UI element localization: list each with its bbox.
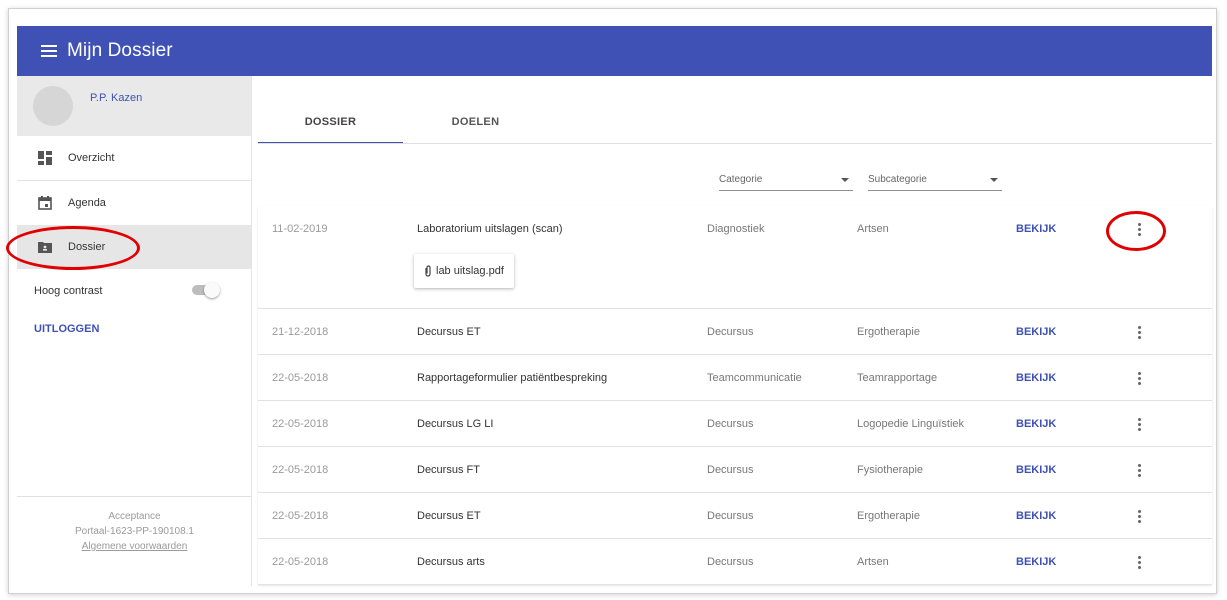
row-subcategory: Fysiotherapie — [857, 464, 924, 476]
row-subcategory: Logopedie Linguïstiek — [857, 418, 965, 430]
dashboard-icon — [38, 151, 52, 165]
paperclip-icon — [425, 265, 431, 277]
row-category: Teamcommunicatie — [707, 372, 802, 384]
avatar — [33, 86, 73, 126]
high-contrast-label: Hoog contrast — [34, 285, 103, 297]
list-item[interactable]: 22-05-2018 Decursus LG LI Decursus Logop… — [258, 401, 1212, 447]
sidebar-item-label: Agenda — [68, 197, 106, 209]
sidebar-item-label: Dossier — [68, 241, 106, 253]
category-select-value: Categorie — [719, 174, 763, 185]
high-contrast-row: Hoog contrast — [17, 269, 251, 313]
list-item[interactable]: 22-05-2018 Rapportageformulier patiëntbe… — [258, 355, 1212, 401]
row-title: Laboratorium uitslagen (scan) — [417, 223, 563, 235]
row-title: Decursus ET — [417, 326, 481, 338]
list-item[interactable]: 21-12-2018 Decursus ET Decursus Ergother… — [258, 309, 1212, 355]
sidebar-item-agenda[interactable]: Agenda — [17, 181, 251, 225]
environment-label: Acceptance — [108, 511, 161, 522]
tabs-divider — [258, 143, 1212, 144]
sidebar-footer: Acceptance Portaal-1623-PP-190108.1 Alge… — [17, 496, 252, 586]
user-name[interactable]: P.P. Kazen — [90, 92, 142, 104]
subcategory-select-value: Subcategorie — [868, 174, 927, 185]
app-title: Mijn Dossier — [67, 40, 173, 61]
row-subcategory: Artsen — [857, 556, 889, 568]
tab-bar: DOSSIER DOELEN — [258, 108, 548, 144]
view-button[interactable]: BEKIJK — [1016, 223, 1056, 235]
row-subcategory: Teamrapportage — [857, 372, 938, 384]
row-date: 22-05-2018 — [272, 510, 329, 522]
filters: Categorie Subcategorie — [719, 169, 1017, 191]
row-date: 22-05-2018 — [272, 372, 329, 384]
more-options-icon[interactable] — [1132, 323, 1146, 341]
row-title: Decursus FT — [417, 464, 480, 476]
dropdown-arrow-icon — [841, 177, 849, 182]
row-date: 11-02-2019 — [272, 223, 328, 235]
more-options-icon[interactable] — [1132, 369, 1146, 387]
menu-icon[interactable] — [38, 40, 60, 62]
sidebar: P.P. Kazen Overzicht Agenda Dossier Hoog… — [17, 76, 252, 586]
attachment-chip[interactable]: lab uitslag.pdf — [414, 254, 514, 288]
view-button[interactable]: BEKIJK — [1016, 510, 1056, 522]
row-category: Decursus — [707, 326, 754, 338]
more-options-icon[interactable] — [1132, 220, 1146, 238]
row-category: Decursus — [707, 510, 754, 522]
view-button[interactable]: BEKIJK — [1016, 464, 1056, 476]
list-item[interactable]: 22-05-2018 Decursus FT Decursus Fysiothe… — [258, 447, 1212, 493]
calendar-icon — [38, 196, 52, 210]
user-block: P.P. Kazen — [17, 76, 251, 136]
logout-link[interactable]: UITLOGGEN — [17, 323, 99, 335]
view-button[interactable]: BEKIJK — [1016, 556, 1056, 568]
dropdown-arrow-icon — [990, 177, 998, 182]
more-options-icon[interactable] — [1132, 553, 1146, 571]
row-title: Decursus LG LI — [417, 418, 494, 430]
list-item[interactable]: 11-02-2019 Laboratorium uitslagen (scan)… — [258, 206, 1212, 309]
sidebar-item-label: Overzicht — [68, 152, 115, 164]
category-select[interactable]: Categorie — [719, 169, 853, 191]
list-item[interactable]: 22-05-2018 Decursus arts Decursus Artsen… — [258, 539, 1212, 585]
subcategory-select[interactable]: Subcategorie — [868, 169, 1002, 191]
main-content: DOSSIER DOELEN Categorie Subcategorie 11… — [252, 76, 1212, 586]
row-title: Decursus arts — [417, 556, 485, 568]
high-contrast-toggle[interactable] — [190, 282, 220, 298]
document-list: 11-02-2019 Laboratorium uitslagen (scan)… — [258, 206, 1212, 585]
view-button[interactable]: BEKIJK — [1016, 326, 1056, 338]
tab-doelen[interactable]: DOELEN — [403, 108, 548, 144]
row-category: Decursus — [707, 556, 754, 568]
row-date: 22-05-2018 — [272, 464, 329, 476]
more-options-icon[interactable] — [1132, 415, 1146, 433]
terms-link[interactable]: Algemene voorwaarden — [82, 541, 188, 552]
more-options-icon[interactable] — [1132, 507, 1146, 525]
row-category: Decursus — [707, 418, 754, 430]
attachment-name: lab uitslag.pdf — [436, 265, 504, 277]
row-date: 21-12-2018 — [272, 326, 329, 338]
list-item[interactable]: 22-05-2018 Decursus ET Decursus Ergother… — [258, 493, 1212, 539]
sidebar-item-dossier[interactable]: Dossier — [17, 225, 251, 269]
row-date: 22-05-2018 — [272, 418, 329, 430]
folder-icon — [38, 240, 52, 254]
row-category: Decursus — [707, 464, 754, 476]
view-button[interactable]: BEKIJK — [1016, 372, 1056, 384]
row-category: Diagnostiek — [707, 223, 765, 235]
view-button[interactable]: BEKIJK — [1016, 418, 1056, 430]
toggle-knob — [204, 282, 220, 298]
version-label: Portaal-1623-PP-190108.1 — [75, 526, 194, 537]
tab-dossier[interactable]: DOSSIER — [258, 108, 403, 144]
row-subcategory: Ergotherapie — [857, 326, 920, 338]
sidebar-item-overzicht[interactable]: Overzicht — [17, 136, 251, 180]
more-options-icon[interactable] — [1132, 461, 1146, 479]
row-title: Decursus ET — [417, 510, 481, 522]
row-subcategory: Artsen — [857, 223, 889, 235]
row-date: 22-05-2018 — [272, 556, 329, 568]
row-title: Rapportageformulier patiëntbespreking — [417, 372, 608, 384]
row-subcategory: Ergotherapie — [857, 510, 920, 522]
app-bar: Mijn Dossier — [17, 26, 1212, 76]
